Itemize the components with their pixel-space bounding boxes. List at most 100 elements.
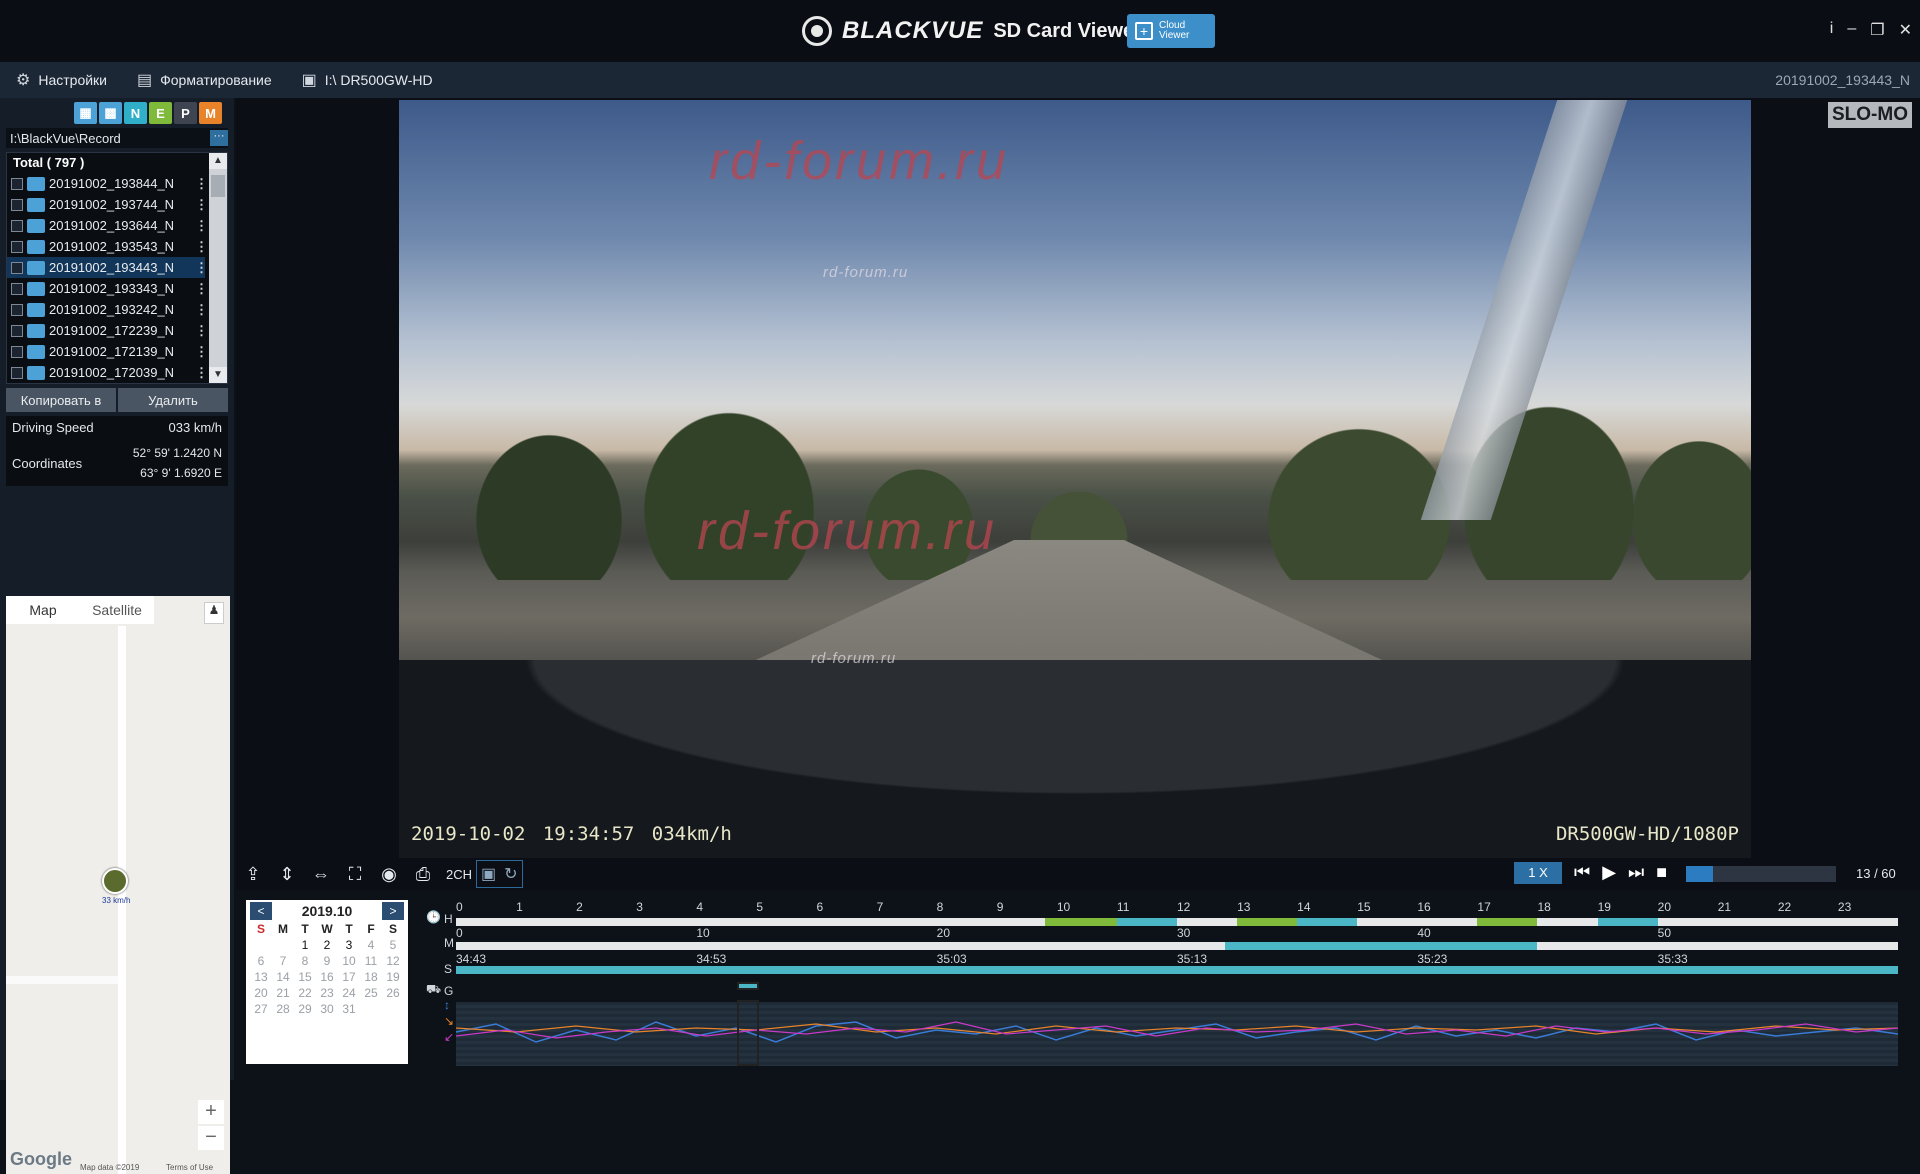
more-icon[interactable]: ⋮ (195, 197, 208, 213)
format-menu[interactable]: ▤ Форматирование (137, 70, 272, 90)
calendar-day[interactable]: 1 (294, 938, 316, 952)
play-icon[interactable]: ▶ (1602, 862, 1616, 883)
calendar-day[interactable]: 15 (294, 970, 316, 984)
tab-satellite[interactable]: Satellite (80, 596, 154, 624)
more-icon[interactable]: ⋮ (195, 323, 208, 339)
more-icon[interactable]: ⋮ (195, 302, 208, 318)
g-sensor-graph[interactable] (455, 1002, 1899, 1066)
hour-segment[interactable] (1237, 918, 1298, 926)
calendar-day[interactable]: 28 (272, 1002, 294, 1016)
calendar-day[interactable]: 11 (360, 954, 382, 968)
filter-normal-button[interactable]: N (124, 102, 147, 124)
minute-segment[interactable] (1225, 942, 1538, 950)
calendar-day[interactable]: 13 (250, 970, 272, 984)
more-icon[interactable]: ⋮ (195, 176, 208, 192)
calendar-day[interactable]: 16 (316, 970, 338, 984)
calendar-day[interactable]: 14 (272, 970, 294, 984)
restore-icon[interactable]: ❐ (1870, 20, 1884, 40)
calendar-day[interactable]: 31 (338, 1002, 360, 1016)
zoom-out-button[interactable]: − (198, 1126, 224, 1150)
calendar-day[interactable]: 20 (250, 986, 272, 1000)
hour-segment[interactable] (1044, 918, 1117, 926)
file-row[interactable]: 20191002_193644_N ⋮ (7, 215, 208, 236)
calendar-day[interactable]: 5 (382, 938, 404, 952)
calendar-day[interactable]: 3 (338, 938, 360, 952)
file-row[interactable]: 20191002_193343_N ⋮ (7, 278, 208, 299)
file-checkbox[interactable] (11, 303, 23, 316)
minute-track[interactable] (456, 942, 1898, 950)
two-channel-label[interactable]: 2CH (446, 867, 472, 882)
pip-icon[interactable]: ▣ (481, 864, 496, 884)
calendar-day[interactable]: 30 (316, 1002, 338, 1016)
filter-parking-button[interactable]: ▩ (99, 102, 122, 124)
scroll-thumb[interactable] (211, 175, 225, 197)
file-row[interactable]: 20191002_193242_N ⋮ (7, 299, 208, 320)
calendar-day[interactable]: 19 (382, 970, 404, 984)
file-checkbox[interactable] (11, 282, 23, 295)
calendar-day[interactable]: 29 (294, 1002, 316, 1016)
drive-menu[interactable]: ▣ I:\ DR500GW-HD (302, 70, 433, 90)
previous-frame-icon[interactable]: ⏮ (1574, 862, 1590, 883)
file-row[interactable]: 20191002_193744_N ⋮ (7, 194, 208, 215)
more-icon[interactable]: ⋮ (195, 218, 208, 234)
hour-track[interactable] (456, 918, 1898, 926)
file-checkbox[interactable] (11, 345, 23, 358)
calendar-day[interactable]: 24 (338, 986, 360, 1000)
minimize-icon[interactable]: – (1847, 20, 1856, 40)
playback-speed-button[interactable]: 1 X (1514, 862, 1562, 884)
calendar-day[interactable]: 9 (316, 954, 338, 968)
file-checkbox[interactable] (11, 219, 23, 232)
calendar-day[interactable]: 10 (338, 954, 360, 968)
calendar-day[interactable]: 6 (250, 954, 272, 968)
street-view-icon[interactable]: ♟ (204, 602, 224, 624)
calendar-next-button[interactable]: > (381, 902, 404, 920)
calendar-day[interactable]: 8 (294, 954, 316, 968)
scroll-up-icon[interactable]: ▲ (209, 153, 227, 169)
second-cursor[interactable] (737, 982, 759, 990)
file-checkbox[interactable] (11, 240, 23, 253)
calendar-day[interactable]: 7 (272, 954, 294, 968)
more-icon[interactable]: ⋮ (195, 239, 208, 255)
hour-segment[interactable] (1116, 918, 1177, 926)
second-track[interactable] (456, 966, 1898, 974)
file-checkbox[interactable] (11, 261, 23, 274)
file-list-scrollbar[interactable]: ▲ ▼ (209, 153, 227, 383)
filter-manual-button[interactable]: M (199, 102, 222, 124)
file-checkbox[interactable] (11, 198, 23, 211)
export-icon[interactable]: ⇪ (236, 864, 270, 885)
close-icon[interactable]: ✕ (1899, 20, 1912, 40)
next-frame-icon[interactable]: ⏭ (1628, 862, 1644, 883)
more-icon[interactable]: ⋮ (195, 365, 208, 381)
flip-vertical-icon[interactable]: ⇕ (270, 864, 304, 885)
file-row[interactable]: 20191002_172039_N ⋮ (7, 362, 208, 383)
delete-button[interactable]: Удалить (118, 388, 228, 412)
filter-all-button[interactable]: ▦ (74, 102, 97, 124)
filter-parking-mode-button[interactable]: P (174, 102, 197, 124)
more-icon[interactable]: ⋮ (195, 260, 208, 276)
zoom-in-button[interactable]: + (198, 1100, 224, 1124)
file-row[interactable]: 20191002_193543_N ⋮ (7, 236, 208, 257)
calendar-day[interactable]: 23 (316, 986, 338, 1000)
file-checkbox[interactable] (11, 324, 23, 337)
calendar-day[interactable]: 22 (294, 986, 316, 1000)
calendar-day[interactable]: 17 (338, 970, 360, 984)
file-row[interactable]: 20191002_193443_N ⋮ (7, 257, 208, 278)
camera-icon[interactable]: ◉ (372, 864, 406, 885)
browse-folder-button[interactable]: ··· (210, 130, 228, 146)
switch-channel-icon[interactable]: ↻ (504, 864, 517, 884)
tab-map[interactable]: Map (6, 596, 80, 624)
file-row[interactable]: 20191002_172139_N ⋮ (7, 341, 208, 362)
mirror-icon[interactable]: ⇔ (304, 864, 338, 885)
file-checkbox[interactable] (11, 177, 23, 190)
calendar-prev-button[interactable]: < (250, 902, 272, 920)
calendar-day[interactable]: 26 (382, 986, 404, 1000)
hour-segment[interactable] (1477, 918, 1538, 926)
file-checkbox[interactable] (11, 366, 23, 379)
map-terms-link[interactable]: Terms of Use (166, 1163, 213, 1172)
more-icon[interactable]: ⋮ (195, 344, 208, 360)
file-row[interactable]: 20191002_193844_N ⋮ (7, 173, 208, 194)
print-icon[interactable]: ⎙ (406, 864, 440, 885)
calendar-day[interactable]: 2 (316, 938, 338, 952)
stop-icon[interactable]: ■ (1656, 862, 1667, 883)
fullscreen-icon[interactable]: ⛶ (338, 864, 372, 885)
